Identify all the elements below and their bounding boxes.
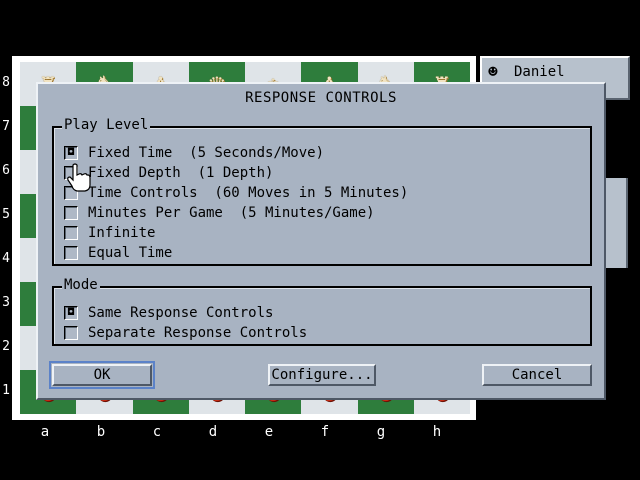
side-panel — [606, 178, 628, 268]
checkbox[interactable] — [64, 226, 78, 240]
option-play-level-0[interactable]: ◘ Fixed Time (5 Seconds/Move) — [64, 144, 324, 162]
option-label: Fixed Time (5 Seconds/Move) — [88, 145, 325, 161]
robot-icon: ☻ — [488, 62, 498, 81]
rank-label: 4 — [2, 251, 10, 266]
mode-group: Mode ◘ Same Response Controls Separate Res… — [52, 277, 592, 346]
checkbox[interactable] — [64, 326, 78, 340]
option-label: Equal Time — [88, 245, 173, 261]
option-mode-1[interactable]: Separate Response Controls — [64, 324, 307, 342]
file-label: a — [40, 424, 50, 440]
option-label: Infinite — [88, 225, 156, 241]
checkbox[interactable] — [64, 206, 78, 220]
hand-cursor-icon — [67, 163, 91, 192]
option-label: Time Controls (60 Moves in 5 Minutes) — [88, 185, 409, 201]
file-label: d — [208, 424, 218, 440]
option-play-level-2[interactable]: Time Controls (60 Moves in 5 Minutes) — [64, 184, 408, 202]
file-label: e — [264, 424, 274, 440]
option-play-level-3[interactable]: Minutes Per Game (5 Minutes/Game) — [64, 204, 375, 222]
rank-label: 3 — [2, 295, 10, 310]
rank-label: 2 — [2, 339, 10, 354]
file-label: c — [152, 424, 162, 440]
play-level-group: Play Level ◘ Fixed Time (5 Seconds/Move) F… — [52, 117, 592, 266]
configure-button[interactable]: Configure... — [268, 364, 376, 386]
rank-label: 7 — [2, 119, 10, 134]
ok-button[interactable]: OK — [49, 361, 155, 389]
player-name: Daniel — [514, 64, 565, 80]
play-level-legend: Play Level — [62, 117, 151, 133]
option-label: Same Response Controls — [88, 305, 274, 321]
rank-label: 1 — [2, 383, 10, 398]
checkbox[interactable] — [64, 246, 78, 260]
option-label: Separate Response Controls — [88, 325, 308, 341]
rank-label: 6 — [2, 163, 10, 178]
file-label: g — [376, 424, 386, 440]
option-play-level-1[interactable]: Fixed Depth (1 Depth) — [64, 164, 273, 182]
response-controls-dialog: RESPONSE CONTROLS Play Level ◘ Fixed Time… — [36, 82, 606, 400]
checked-checkbox[interactable]: ◘ — [64, 306, 78, 320]
file-label: b — [96, 424, 106, 440]
file-label: f — [320, 424, 330, 440]
option-label: Fixed Depth (1 Depth) — [88, 165, 274, 181]
cancel-button[interactable]: Cancel — [482, 364, 592, 386]
file-label: h — [432, 424, 442, 440]
checked-checkbox[interactable]: ◘ — [64, 146, 78, 160]
rank-label: 8 — [2, 75, 10, 90]
dialog-title: RESPONSE CONTROLS — [245, 90, 397, 106]
option-play-level-5[interactable]: Equal Time — [64, 244, 172, 262]
option-label: Minutes Per Game (5 Minutes/Game) — [88, 205, 375, 221]
rank-label: 5 — [2, 207, 10, 222]
option-mode-0[interactable]: ◘ Same Response Controls — [64, 304, 273, 322]
mode-legend: Mode — [62, 277, 100, 293]
option-play-level-4[interactable]: Infinite — [64, 224, 155, 242]
